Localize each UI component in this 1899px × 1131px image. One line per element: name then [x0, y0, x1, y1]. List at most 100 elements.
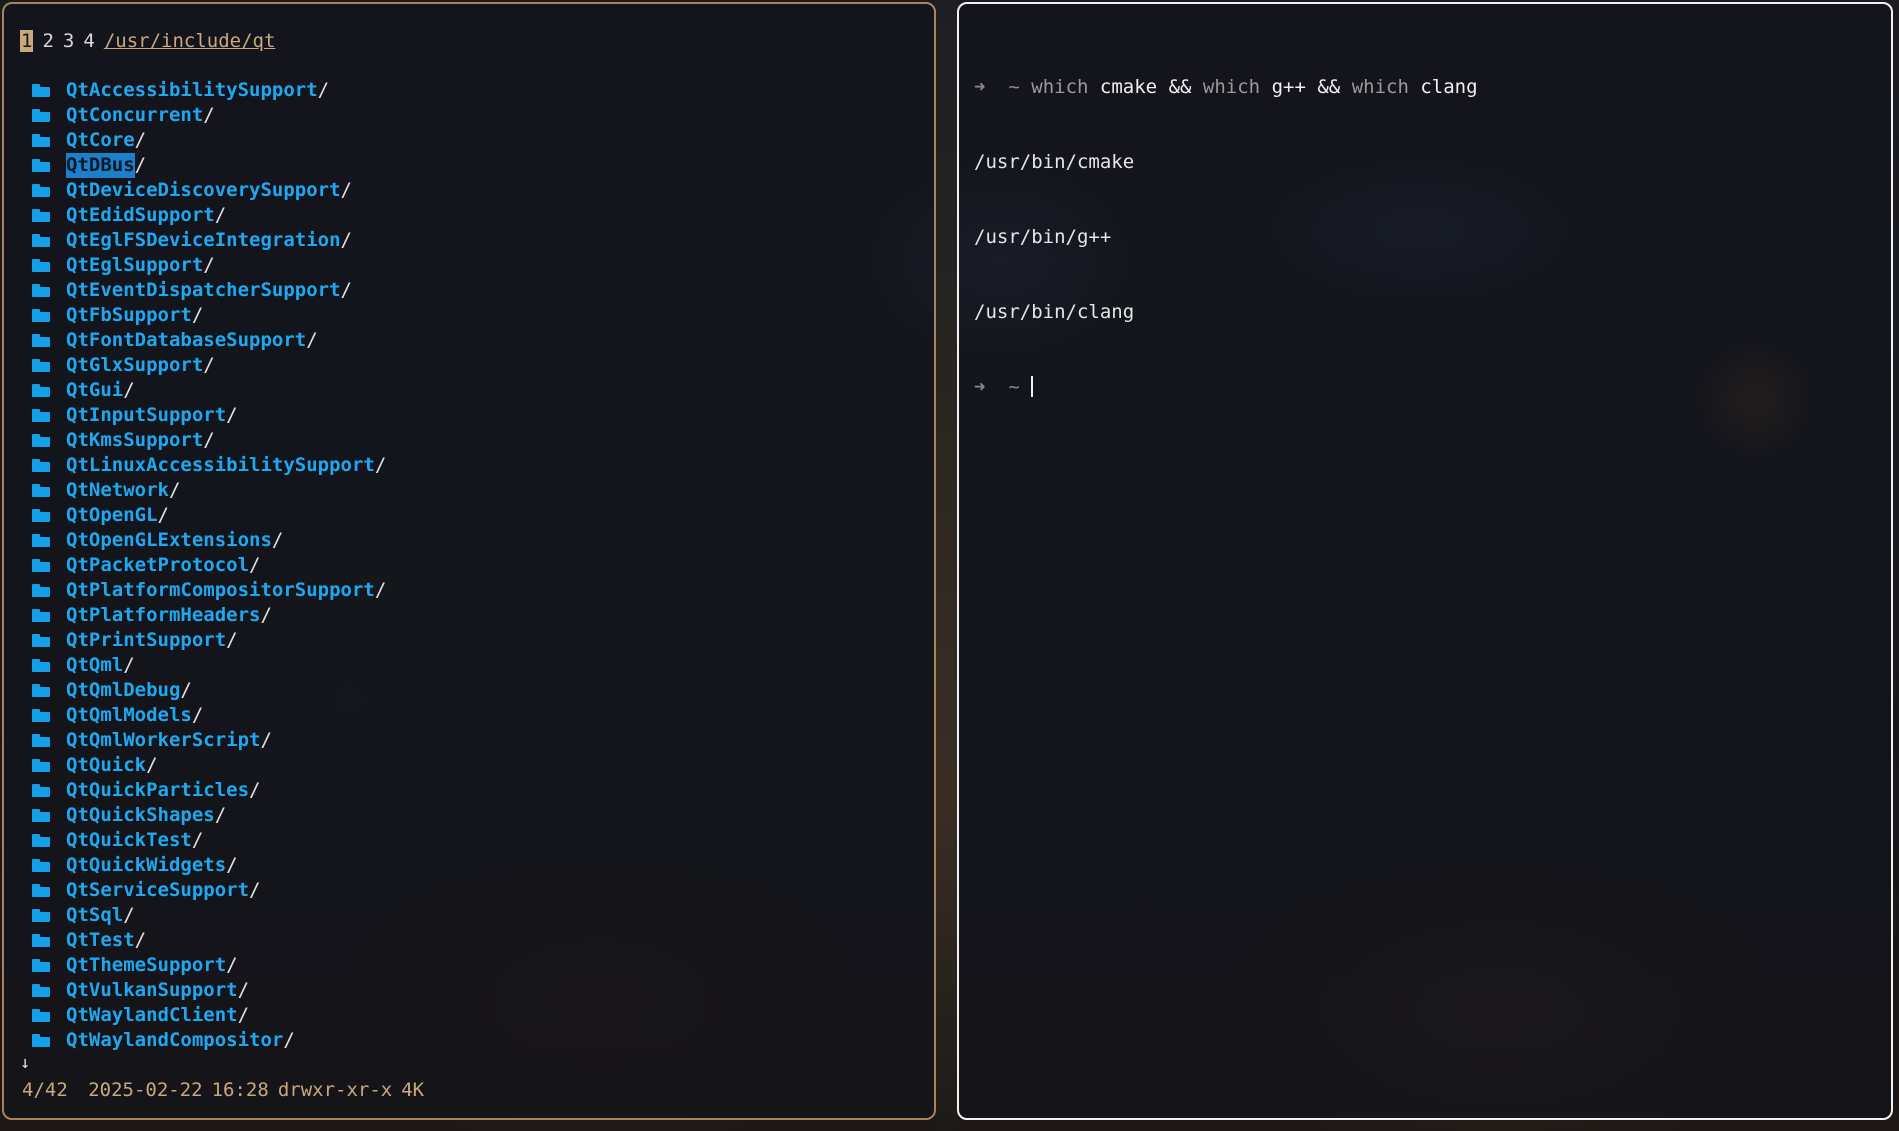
file-row[interactable]: QtFbSupport / [32, 303, 386, 328]
file-row[interactable]: QtEdidSupport / [32, 203, 386, 228]
file-row[interactable]: QtQuickTest / [32, 828, 386, 853]
file-row[interactable]: QtQmlModels / [32, 703, 386, 728]
folder-name: QtInputSupport [66, 404, 227, 426]
terminal-output: ➜ ~ which cmake && which g++ && which cl… [974, 25, 1478, 425]
folder-name: QtEglFSDeviceIntegration [66, 229, 341, 251]
file-row[interactable]: QtEventDispatcherSupport / [32, 278, 386, 303]
file-row[interactable]: QtDeviceDiscoverySupport / [32, 178, 386, 203]
folder-icon [32, 159, 50, 172]
folder-icon [32, 709, 50, 722]
file-row[interactable]: QtEglSupport / [32, 253, 386, 278]
folder-icon [32, 834, 50, 847]
status-time: 16:28 [211, 1079, 269, 1101]
file-row[interactable]: QtQml / [32, 653, 386, 678]
folder-icon [32, 559, 50, 572]
file-row[interactable]: QtQuickWidgets / [32, 853, 386, 878]
file-row[interactable]: QtCore / [32, 128, 386, 153]
folder-name: QtPacketProtocol [66, 554, 250, 576]
command-operator: && [1168, 76, 1192, 98]
file-row[interactable]: QtFontDatabaseSupport / [32, 328, 386, 353]
status-permissions: drwxr-xr-x [277, 1079, 393, 1101]
prompt-arrow-icon: ➜ [974, 376, 986, 398]
folder-icon [32, 184, 50, 197]
text-cursor [1031, 376, 1034, 397]
folder-name: QtPlatformCompositorSupport [66, 579, 375, 601]
file-row[interactable]: QtSql / [32, 903, 386, 928]
file-row[interactable]: QtOpenGLExtensions / [32, 528, 386, 553]
dir-suffix: / [191, 304, 204, 326]
tab-1[interactable]: 1 [20, 30, 34, 52]
folder-name: QtQuickTest [66, 829, 192, 851]
dir-suffix: / [260, 604, 272, 626]
command-arg: clang [1420, 76, 1478, 98]
file-row[interactable]: QtPlatformHeaders / [32, 603, 386, 628]
file-row[interactable]: QtQmlDebug / [32, 678, 386, 703]
dir-suffix: / [168, 479, 181, 501]
dir-suffix: / [306, 329, 318, 351]
dir-suffix: / [203, 429, 215, 451]
dir-suffix: / [374, 579, 387, 601]
file-row[interactable]: QtKmsSupport / [32, 428, 386, 453]
file-row[interactable]: QtPacketProtocol / [32, 553, 386, 578]
folder-name: QtVulkanSupport [66, 979, 238, 1001]
folder-name: QtQuickShapes [66, 804, 215, 826]
dir-suffix: / [237, 1004, 250, 1026]
file-row[interactable]: QtTest / [32, 928, 386, 953]
folder-icon [32, 409, 50, 422]
file-row[interactable]: QtPrintSupport / [32, 628, 386, 653]
wallpaper-gap [935, 0, 958, 1131]
folder-name: QtFbSupport [66, 304, 192, 326]
file-row[interactable]: QtQuickParticles / [32, 778, 386, 803]
file-row[interactable]: QtPlatformCompositorSupport / [32, 578, 386, 603]
folder-name: QtDeviceDiscoverySupport [66, 179, 341, 201]
file-row[interactable]: QtGlxSupport / [32, 353, 386, 378]
folder-icon [32, 309, 50, 322]
file-row[interactable]: QtVulkanSupport / [32, 978, 386, 1003]
file-row[interactable]: QtThemeSupport / [32, 953, 386, 978]
folder-name: QtSql [66, 904, 124, 926]
dir-suffix: / [123, 904, 135, 926]
file-row[interactable]: QtEglFSDeviceIntegration / [32, 228, 386, 253]
dir-suffix: / [134, 129, 147, 151]
active-prompt-line[interactable]: ➜ ~ [974, 375, 1478, 400]
file-row[interactable]: QtQmlWorkerScript / [32, 728, 386, 753]
file-row[interactable]: QtOpenGL / [32, 503, 386, 528]
file-row[interactable]: QtLinuxAccessibilitySupport / [32, 453, 386, 478]
file-row[interactable]: QtServiceSupport / [32, 878, 386, 903]
dir-suffix: / [226, 629, 238, 651]
folder-name: QtNetwork [66, 479, 169, 501]
command-line: ➜ ~ which cmake && which g++ && which cl… [974, 75, 1478, 100]
folder-icon [32, 334, 50, 347]
file-manager-pane[interactable]: 1 2 3 4/usr/include/qt QtAccessibilitySuppo… [2, 2, 936, 1120]
tab-3[interactable]: 3 [63, 30, 74, 52]
file-row[interactable]: QtWaylandClient / [32, 1003, 386, 1028]
file-row[interactable]: QtInputSupport / [32, 403, 386, 428]
dir-suffix: / [191, 829, 204, 851]
dir-suffix: / [237, 979, 250, 1001]
dir-suffix: / [249, 879, 261, 901]
file-row[interactable]: QtNetwork / [32, 478, 386, 503]
folder-icon [32, 359, 50, 372]
current-path: /usr/include/qt [103, 30, 276, 52]
folder-icon [32, 1009, 50, 1022]
folder-name: QtAccessibilitySupport [66, 79, 318, 101]
file-row[interactable]: QtGui / [32, 378, 386, 403]
folder-name: QtThemeSupport [66, 954, 227, 976]
file-row[interactable]: QtQuickShapes / [32, 803, 386, 828]
output-line: /usr/bin/g++ [974, 226, 1112, 248]
file-row[interactable]: QtDBus / [32, 153, 386, 178]
file-row[interactable]: QtQuick / [32, 753, 386, 778]
dir-suffix: / [123, 379, 135, 401]
tab-4[interactable]: 4 [83, 30, 94, 52]
folder-icon [32, 509, 50, 522]
file-row[interactable]: QtWaylandCompositor / [32, 1028, 386, 1053]
folder-name: QtTest [66, 929, 135, 951]
folder-icon [32, 259, 50, 272]
tab-2[interactable]: 2 [42, 30, 53, 52]
folder-icon [32, 84, 50, 97]
file-row[interactable]: QtConcurrent / [32, 103, 386, 128]
tab-bar: 1 2 3 4/usr/include/qt [20, 29, 275, 53]
folder-icon [32, 534, 50, 547]
file-row[interactable]: QtAccessibilitySupport / [32, 78, 386, 103]
folder-name: QtGlxSupport [66, 354, 204, 376]
